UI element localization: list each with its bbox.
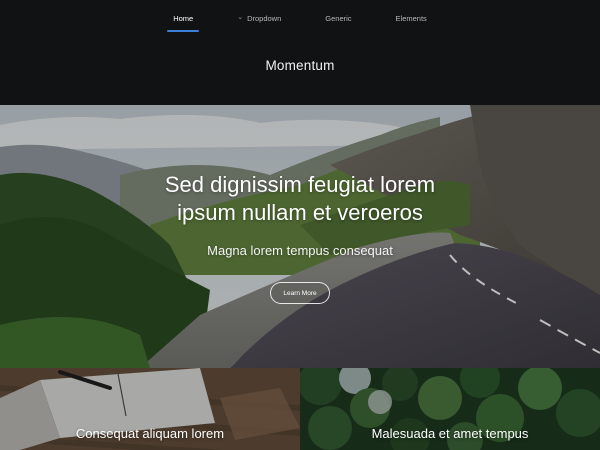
tile-label: Malesuada et amet tempus [371, 426, 529, 441]
hero-content: Sed dignissim feugiat lorem ipsum nullam… [0, 105, 600, 368]
tile-label: Consequat aliquam lorem [75, 426, 225, 441]
chevron-down-icon: ⌄ [237, 14, 244, 21]
site-title[interactable]: Momentum [0, 58, 600, 73]
hero-banner: Sed dignissim feugiat lorem ipsum nullam… [0, 105, 600, 368]
feature-tiles: Consequat aliquam lorem Malesuada et ame… [0, 368, 600, 450]
hero-heading-line-1: Sed dignissim feugiat lorem [164, 172, 436, 197]
nav-item-generic[interactable]: Generic [303, 0, 373, 36]
tile-notebook[interactable]: Consequat aliquam lorem [0, 368, 300, 450]
nav-item-home[interactable]: Home [151, 0, 215, 36]
nav-item-label: Dropdown [247, 13, 282, 23]
nav-item-dropdown[interactable]: ⌄ Dropdown [215, 0, 303, 36]
nav-item-label: Home [173, 13, 194, 23]
site-header: Home ⌄ Dropdown Generic Elements Momentu… [0, 0, 600, 105]
nav-item-label: Generic [325, 13, 352, 23]
hero-heading: Sed dignissim feugiat lorem ipsum nullam… [0, 171, 600, 227]
tile-forest[interactable]: Malesuada et amet tempus [300, 368, 600, 450]
hero-heading-line-2: ipsum nullam et veroeros [177, 200, 423, 225]
main-nav: Home ⌄ Dropdown Generic Elements [0, 0, 600, 36]
nav-item-elements[interactable]: Elements [374, 0, 449, 36]
nav-item-label: Elements [395, 13, 427, 23]
learn-more-button[interactable]: Learn More [270, 282, 330, 304]
hero-subtitle: Magna lorem tempus consequat [207, 243, 393, 258]
